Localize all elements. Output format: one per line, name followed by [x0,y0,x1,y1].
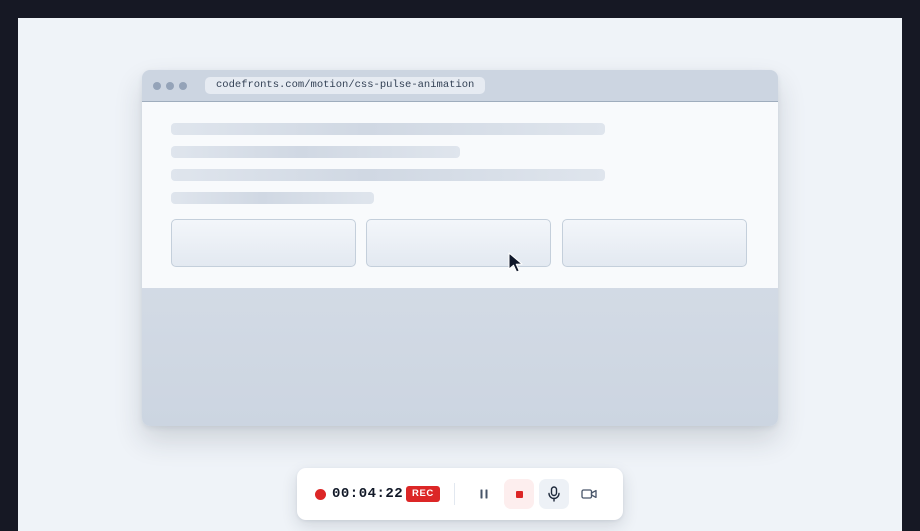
page-content-skeleton [142,102,778,288]
skeleton-line [171,169,605,181]
browser-toolbar: codefronts.com/motion/css-pulse-animatio… [142,70,778,102]
recording-indicator-icon [315,489,326,500]
window-minimize-dot[interactable] [166,82,174,90]
skeleton-card [171,219,356,267]
recording-stage: codefronts.com/motion/css-pulse-animatio… [18,18,902,531]
mouse-cursor-icon [508,252,523,273]
divider [454,483,455,505]
microphone-icon [548,486,560,502]
microphone-button[interactable] [539,479,569,509]
recording-control-bar: 00:04:22 REC [297,468,623,520]
camera-button[interactable] [574,479,604,509]
rec-badge: REC [406,486,440,502]
window-maximize-dot[interactable] [179,82,187,90]
skeleton-line [171,192,374,204]
stop-icon [515,490,523,498]
skeleton-card [562,219,747,267]
stop-button[interactable] [504,479,534,509]
window-close-dot[interactable] [153,82,161,90]
pause-button[interactable] [469,479,499,509]
browser-window: codefronts.com/motion/css-pulse-animatio… [142,70,778,426]
skeleton-line [171,146,460,158]
video-camera-icon [581,489,597,499]
address-bar[interactable]: codefronts.com/motion/css-pulse-animatio… [205,77,486,94]
recording-timer: 00:04:22 [332,486,404,502]
pause-icon [480,489,488,499]
skeleton-line [171,123,605,135]
